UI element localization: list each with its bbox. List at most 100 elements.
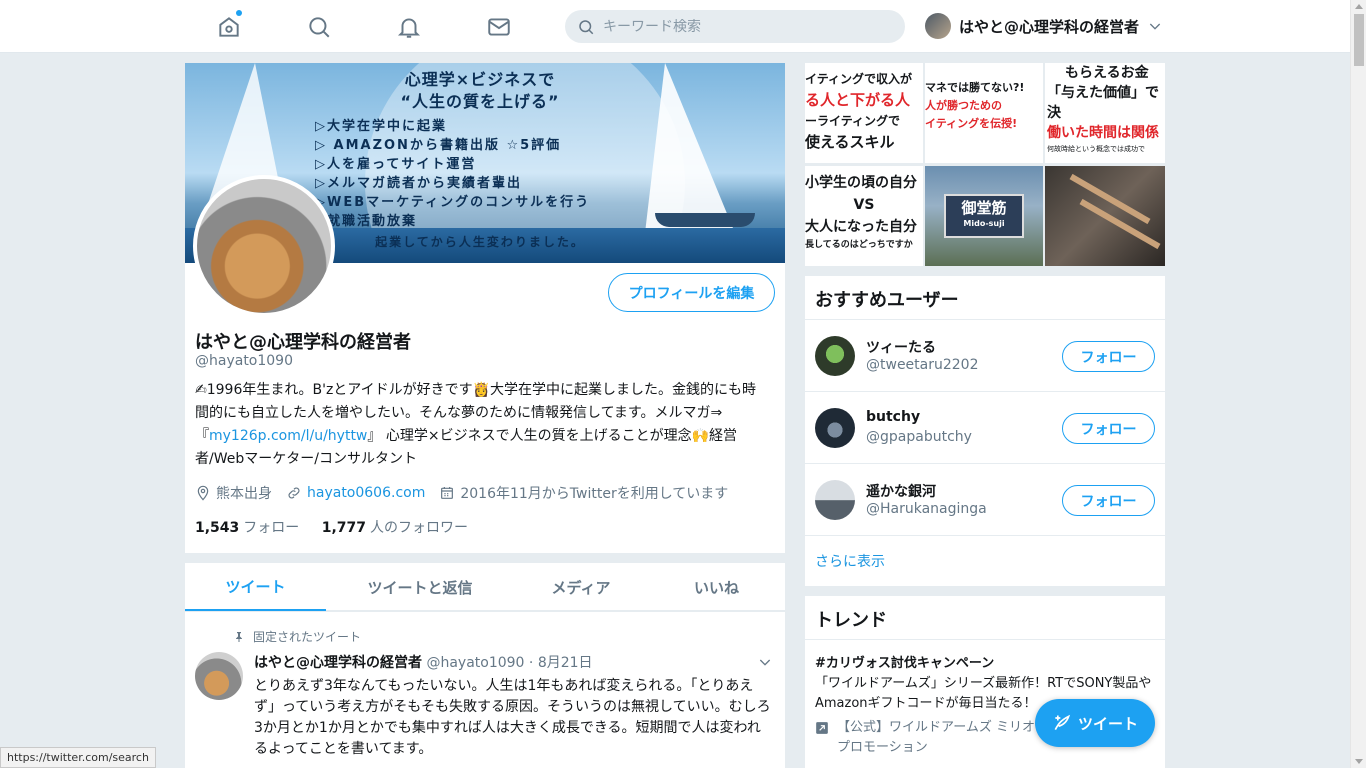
following-stat[interactable]: 1,543 フォロー — [195, 520, 299, 536]
who-to-follow: おすすめユーザー ツィーたる @tweetaru2202 フォロー butchy… — [805, 276, 1165, 586]
scroll-thumb[interactable] — [1354, 14, 1364, 66]
banner-item: ▷就職活動放棄 — [315, 214, 417, 229]
who-to-follow-title: おすすめユーザー — [805, 276, 1165, 320]
tab-tweets-replies[interactable]: ツイートと返信 — [326, 563, 514, 611]
media-text: 働いた時間は関係 — [1047, 125, 1159, 141]
user-avatar[interactable] — [815, 336, 855, 376]
banner-title-2: “人生の質を上げる” — [400, 92, 560, 111]
search-box[interactable] — [565, 10, 905, 43]
followers-stat[interactable]: 1,777 人のフォロワー — [322, 520, 468, 536]
profile-avatar[interactable] — [193, 175, 335, 317]
banner-text: 心理学×ビジネスで “人生の質を上げる” ▷大学在学中に起業 ▷ AMAZONか… — [315, 69, 645, 250]
account-avatar — [925, 13, 951, 39]
top-nav: はやと@心理学科の経営者 — [0, 0, 1350, 53]
explore-icon[interactable] — [302, 10, 336, 44]
user-handle: @gpapabutchy — [866, 429, 972, 445]
compose-label: ツイート — [1077, 714, 1138, 733]
location-icon — [197, 485, 209, 501]
profile-joined: 2016年11月からTwitterを利用しています — [460, 486, 729, 502]
media-thumb[interactable]: もらえるお金 「与えた価値」で決 働いた時間は関係 何故時給という概念では成功で — [1045, 63, 1165, 163]
suggested-user[interactable]: butchy @gpapabutchy フォロー — [805, 392, 1165, 464]
pinned-tweet[interactable]: 固定されたツイート はやと@心理学科の経営者 @hayato1090 · 8月2… — [185, 612, 785, 768]
banner-title-1: 心理学×ビジネスで — [404, 70, 556, 89]
media-thumb[interactable]: 小学生の頃の自分 VS 大人になった自分 長してるのはどっちですか — [805, 166, 923, 266]
media-text: 長してるのはどっちですか — [805, 240, 913, 250]
home-icon[interactable] — [212, 10, 246, 44]
user-handle: @Harukanaginga — [866, 501, 987, 517]
pinned-text: 固定されたツイート — [253, 630, 362, 644]
profile-bio: ✍1996年生まれ。B'zとアイドルが好きです👸大学在学中に起業しました。金銭的… — [195, 379, 770, 471]
mail-icon[interactable] — [482, 10, 516, 44]
media-thumb[interactable]: 御堂筋 Mido-suji — [925, 166, 1043, 266]
media-thumb[interactable]: マネでは勝てない?! 人が勝つための イティングを伝授! — [925, 63, 1043, 163]
profile-tabs: ツイート ツイートと返信 メディア いいね — [185, 563, 785, 611]
media-thumb[interactable] — [1045, 166, 1165, 266]
search-input[interactable] — [603, 18, 893, 35]
user-name[interactable]: 遥かな銀河 — [866, 481, 936, 501]
bell-icon[interactable] — [392, 10, 426, 44]
chevron-down-icon[interactable] — [757, 654, 773, 670]
notification-dot — [236, 10, 242, 16]
pin-icon — [236, 631, 242, 642]
follow-button[interactable]: フォロー — [1062, 341, 1155, 372]
tweet-text: とりあえず3年なんてもったいない。人生は1年もあれば変えられる。「とりあえず」っ… — [254, 678, 771, 757]
profile-stats: 1,543 フォロー 1,777 人のフォロワー — [195, 517, 486, 537]
suggested-user[interactable]: ツィーたる @tweetaru2202 フォロー — [805, 320, 1165, 392]
user-avatar[interactable] — [815, 408, 855, 448]
follow-button[interactable]: フォロー — [1062, 413, 1155, 444]
tweet-header: はやと@心理学科の経営者 @hayato1090 · 8月21日 — [254, 652, 593, 672]
compose-tweet-button[interactable]: ツイート — [1035, 699, 1155, 747]
media-text: VS — [853, 197, 875, 213]
banner-item: ▷人を雇ってサイト運営 — [315, 157, 477, 172]
browser-status-url: https://twitter.com/search — [0, 747, 156, 768]
profile-card: 心理学×ビジネスで “人生の質を上げる” ▷大学在学中に起業 ▷ AMAZONか… — [185, 63, 785, 553]
follow-button[interactable]: フォロー — [1062, 485, 1155, 516]
banner-sail-right — [645, 63, 735, 233]
media-text: 「与えた価値」で決 — [1047, 85, 1159, 121]
chevron-down-icon — [1149, 23, 1161, 30]
tab-media[interactable]: メディア — [514, 563, 648, 611]
banner-boat — [655, 213, 755, 227]
media-text: る人と下がる人 — [805, 91, 911, 109]
user-name[interactable]: ツィーたる — [866, 337, 936, 357]
tweet-avatar[interactable] — [195, 652, 243, 700]
media-text: 何故時給という概念では成功で — [1047, 145, 1145, 153]
media-text: マネでは勝てない?! — [925, 81, 1025, 94]
media-text: もらえるお金 — [1065, 65, 1149, 81]
calendar-icon — [441, 487, 454, 499]
media-text: 使えるスキル — [805, 133, 895, 151]
tab-likes[interactable]: いいね — [648, 563, 785, 611]
link-icon — [288, 487, 300, 499]
scroll-up-arrow[interactable] — [1355, 4, 1363, 9]
user-avatar[interactable] — [815, 480, 855, 520]
profile-handle: @hayato1090 — [195, 353, 293, 369]
sign-subtext: Mido-suji — [963, 219, 1005, 228]
promoted-icon — [816, 722, 828, 734]
street-sign: 御堂筋 Mido-suji — [944, 194, 1024, 238]
media-thumb[interactable]: イティングで収入が る人と下がる人 ーライティングで 使えるスキル — [805, 63, 923, 163]
user-name[interactable]: butchy — [866, 409, 920, 425]
following-count: 1,543 — [195, 520, 240, 536]
banner-item: ▷メルマガ読者から実績者輩出 — [315, 176, 522, 191]
scroll-down-arrow[interactable] — [1355, 759, 1363, 764]
profile-website-link[interactable]: hayato0606.com — [307, 485, 425, 501]
following-label: フォロー — [243, 520, 300, 536]
show-more-link[interactable]: さらに表示 — [805, 536, 1165, 584]
pinned-label: 固定されたツイート — [233, 628, 361, 645]
banner-item: ▷WEBマーケティングのコンサルを行う — [315, 195, 591, 210]
profile-meta: 熊本出身 hayato0606.com 2016年11月からTwitterを利用… — [195, 483, 742, 503]
tweet-author[interactable]: はやと@心理学科の経営者 — [254, 655, 422, 671]
followers-count: 1,777 — [321, 520, 367, 536]
tweet-handle: @hayato1090 — [426, 655, 525, 671]
promoted-label: プロモーション — [837, 740, 928, 755]
tab-tweets[interactable]: ツイート — [185, 563, 326, 611]
page-scrollbar[interactable] — [1350, 0, 1366, 768]
banner-footer: 起業してから人生変わりました。 — [375, 235, 585, 249]
account-name: はやと@心理学科の経営者 — [959, 17, 1140, 36]
bio-link[interactable]: my126p.com/l/u/hyttw — [209, 428, 367, 444]
suggested-user[interactable]: 遥かな銀河 @Harukanaginga フォロー — [805, 464, 1165, 536]
tweet-date[interactable]: 8月21日 — [538, 655, 593, 671]
account-menu[interactable]: はやと@心理学科の経営者 — [925, 13, 1163, 39]
edit-profile-button[interactable]: プロフィールを編集 — [608, 273, 775, 312]
trend-name[interactable]: #カリヴォス討伐キャンペーン — [815, 654, 1155, 674]
